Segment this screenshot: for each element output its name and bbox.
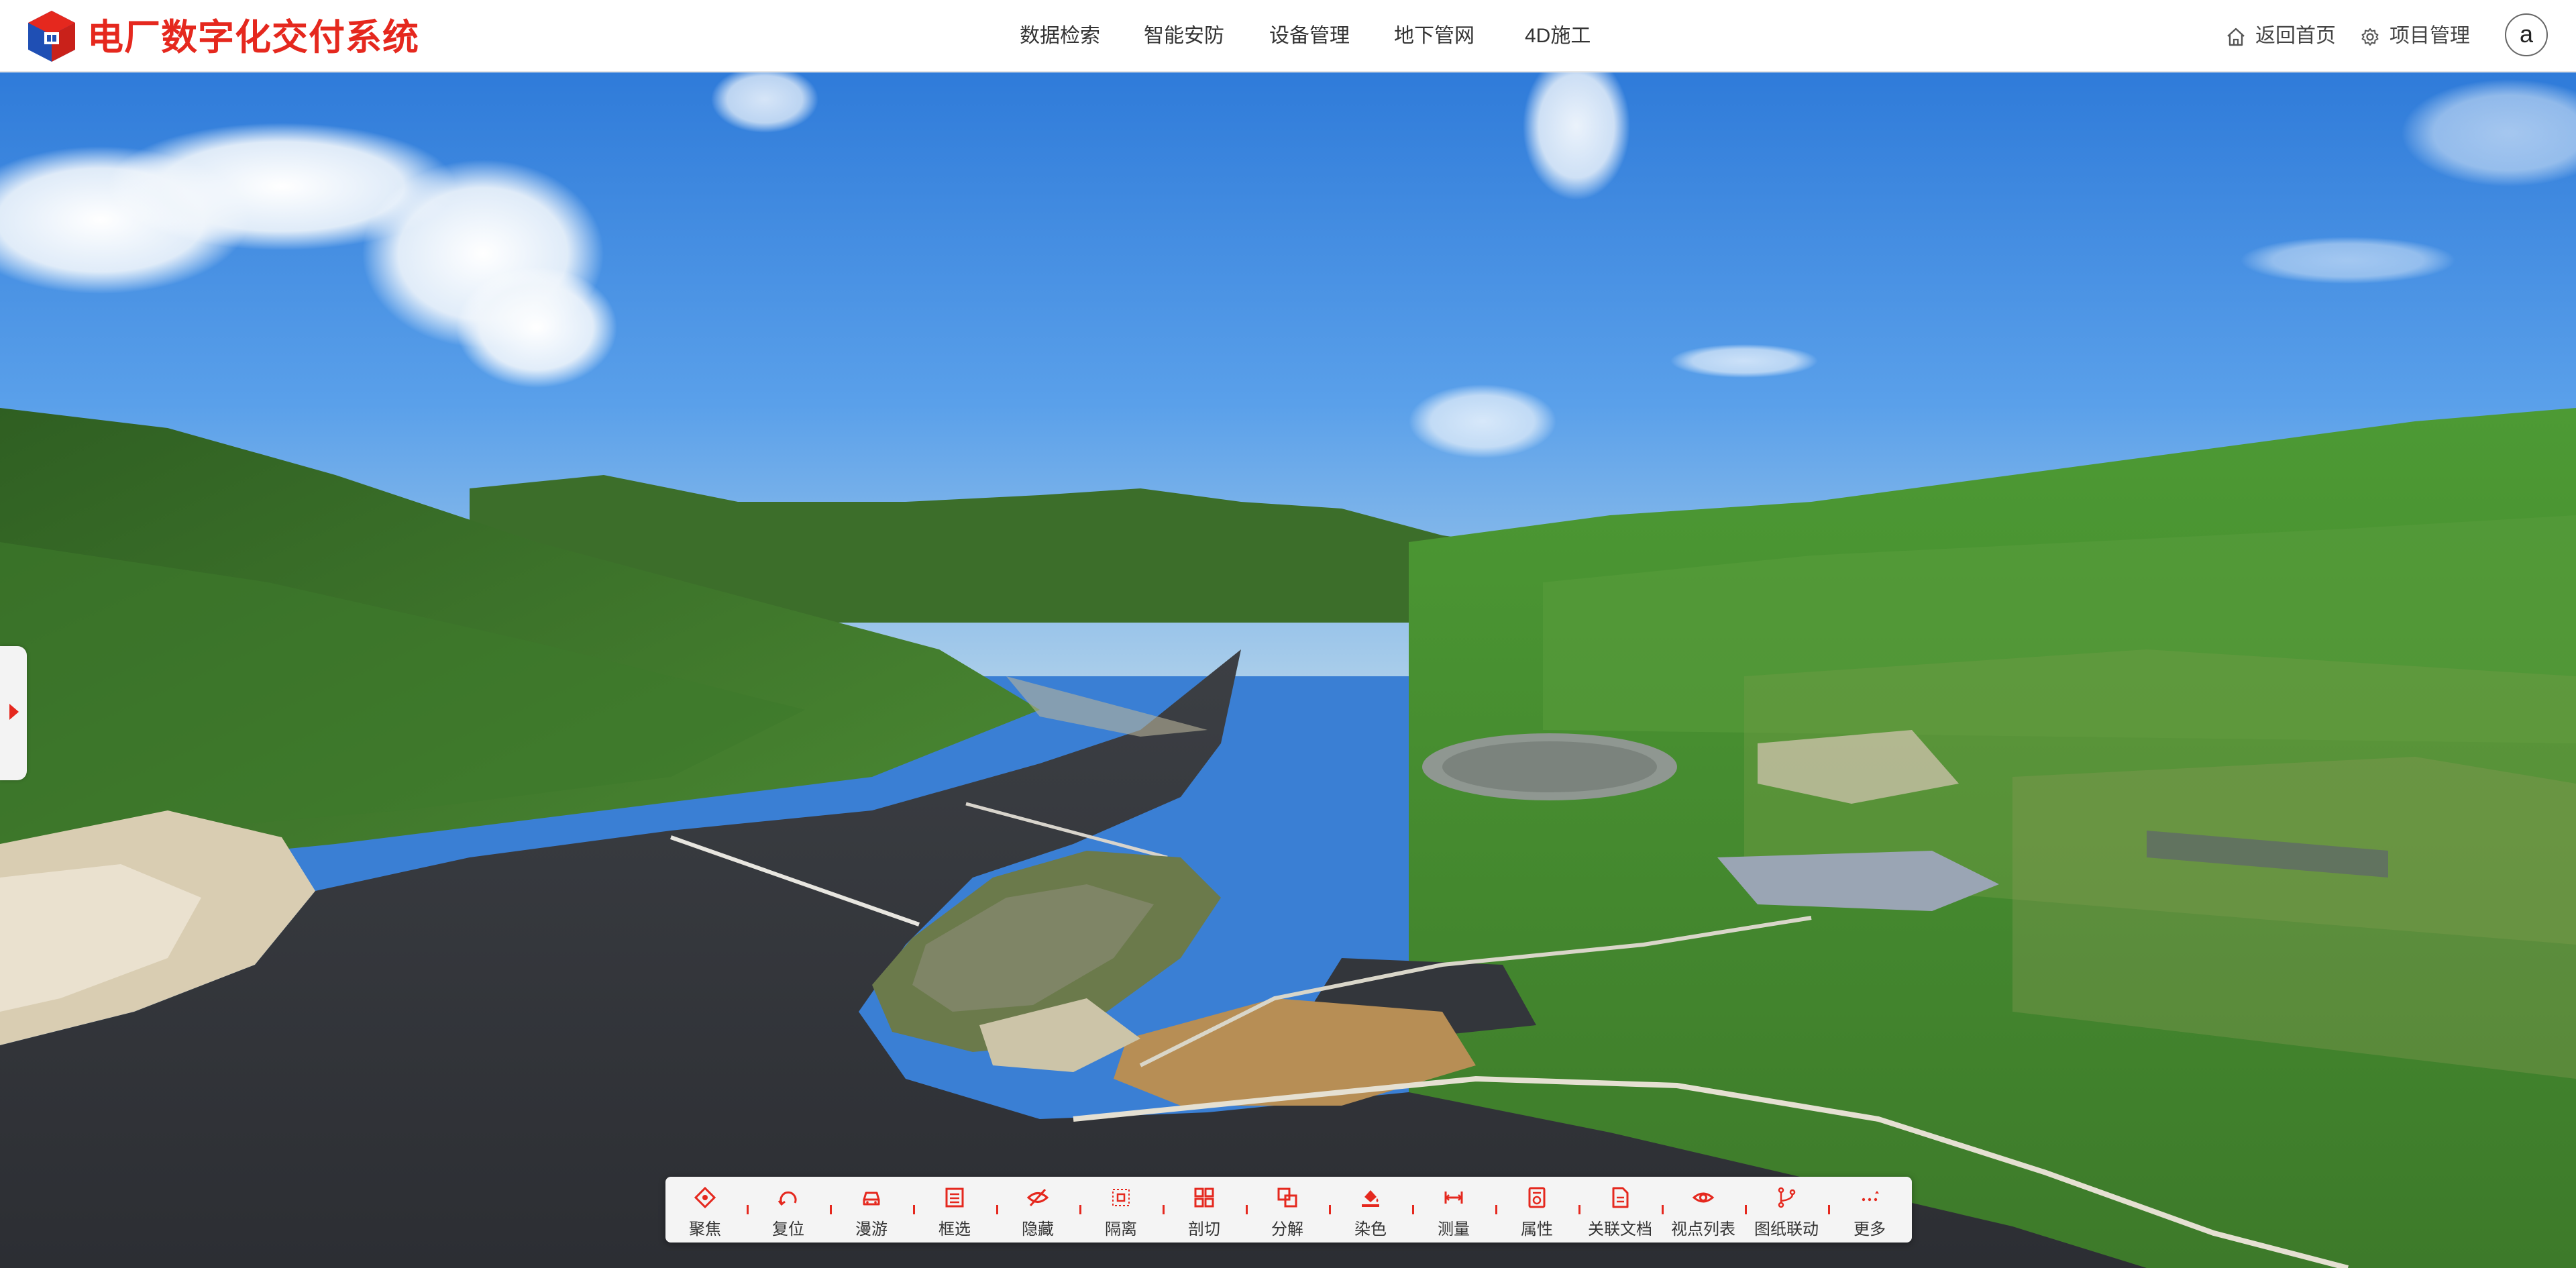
eye-icon [1692, 1192, 1715, 1203]
tool-focus-button[interactable]: 聚焦 [668, 1177, 742, 1243]
tool-paint-button[interactable]: 染色 [1334, 1177, 1407, 1243]
tool-reset-label: 复位 [772, 1220, 804, 1238]
nav-item-underground-pipes[interactable]: 地下管网 [1394, 20, 1474, 52]
nav-item-smart-security[interactable]: 智能安防 [1144, 20, 1224, 52]
side-panel-toggle[interactable] [0, 646, 27, 780]
tool-hide-label: 隐藏 [1022, 1220, 1054, 1238]
tool-roam-button[interactable]: 漫游 [835, 1177, 908, 1243]
tool-isolate-button[interactable]: 隔离 [1084, 1177, 1158, 1243]
tool-measure-button[interactable]: 测量 [1417, 1177, 1491, 1243]
measure-icon [1444, 1192, 1463, 1204]
explode-icon [1277, 1187, 1297, 1208]
focus-icon [694, 1186, 716, 1209]
tool-hide-button[interactable]: 隐藏 [1001, 1177, 1075, 1243]
tool-roam-label: 漫游 [855, 1220, 888, 1238]
nav-item-data-search[interactable]: 数据检索 [1020, 20, 1100, 52]
tool-viewpoint-list-label: 视点列表 [1671, 1220, 1735, 1238]
tool-properties-button[interactable]: 属性 [1500, 1177, 1574, 1243]
3d-scene-viewport[interactable] [0, 72, 2576, 1268]
toolbar-separator [747, 1205, 749, 1214]
tool-viewpoint-list-button[interactable]: 视点列表 [1666, 1177, 1740, 1243]
gear-icon [2361, 28, 2379, 46]
tool-explode-button[interactable]: 分解 [1250, 1177, 1324, 1243]
nav-item-4d-construction[interactable]: 4D施工 [1525, 20, 1591, 52]
tool-reset-button[interactable]: 复位 [751, 1177, 825, 1243]
tool-drawing-link-button[interactable]: 图纸联动 [1750, 1177, 1823, 1243]
toolbar-separator [1079, 1205, 1081, 1214]
main-nav: 数据检索 智能安防 设备管理 地下管网 4D施工 [1006, 0, 1610, 72]
project-management-label: 项目管理 [2390, 25, 2470, 47]
toolbar-separator [996, 1205, 998, 1214]
document-icon [1612, 1187, 1629, 1208]
toolbar-separator [1329, 1205, 1331, 1214]
tool-measure-label: 测量 [1438, 1220, 1470, 1238]
toolbar-separator [913, 1205, 915, 1214]
tool-paint-label: 染色 [1354, 1220, 1387, 1238]
toolbar-separator [1745, 1205, 1747, 1214]
expand-arrow-icon [9, 704, 19, 720]
tool-more-label: 更多 [1854, 1220, 1886, 1238]
tool-isolate-label: 隔离 [1105, 1220, 1137, 1238]
user-avatar[interactable]: a [2505, 13, 2548, 56]
tool-more-button[interactable]: 更多 [1833, 1177, 1907, 1243]
toolbar-separator [1578, 1205, 1580, 1214]
project-management-link[interactable]: 项目管理 [2360, 20, 2481, 52]
toolbar-separator [1495, 1205, 1497, 1214]
eye-off-icon [1026, 1188, 1049, 1207]
toolbar-separator [1163, 1205, 1165, 1214]
bottom-toolbar: 聚焦 复位 漫游 框选 隐藏 隔离 剖切 分解 染色 测量 属性 关联文档 视点… [665, 1177, 1912, 1243]
toolbar-separator [1828, 1205, 1830, 1214]
toolbar-separator [830, 1205, 832, 1214]
tool-section-button[interactable]: 剖切 [1167, 1177, 1241, 1243]
nav-item-equipment[interactable]: 设备管理 [1269, 20, 1350, 52]
top-header: 电厂数字化交付系统 数据检索 智能安防 设备管理 地下管网 4D施工 返回首页 … [0, 0, 2576, 72]
tool-box-select-label: 框选 [938, 1220, 971, 1238]
toolbar-separator [1246, 1205, 1248, 1214]
properties-icon [1528, 1187, 1546, 1208]
paint-icon [1362, 1190, 1379, 1207]
tool-properties-label: 属性 [1521, 1220, 1553, 1238]
toolbar-separator [1412, 1205, 1414, 1214]
home-link[interactable]: 返回首页 [2226, 20, 2347, 52]
terrain-scene-image [0, 72, 2576, 1268]
app-title: 电厂数字化交付系统 [87, 17, 419, 58]
more-icon [1862, 1191, 1879, 1202]
tool-section-label: 剖切 [1188, 1220, 1220, 1238]
app-logo-icon [28, 11, 75, 62]
tool-related-docs-button[interactable]: 关联文档 [1583, 1177, 1657, 1243]
tool-explode-label: 分解 [1271, 1220, 1303, 1238]
car-icon [863, 1192, 880, 1206]
section-icon [1194, 1187, 1214, 1208]
home-link-label: 返回首页 [2255, 25, 2336, 47]
drawing-link-icon [1778, 1187, 1796, 1208]
box-select-icon [945, 1187, 964, 1208]
reset-icon [777, 1191, 797, 1206]
toolbar-separator [1662, 1205, 1664, 1214]
tool-focus-label: 聚焦 [689, 1220, 721, 1238]
home-icon [2227, 28, 2245, 46]
tool-related-docs-label: 关联文档 [1588, 1220, 1652, 1238]
isolate-icon [1112, 1189, 1130, 1206]
tool-drawing-link-label: 图纸联动 [1754, 1220, 1819, 1238]
tool-box-select-button[interactable]: 框选 [918, 1177, 991, 1243]
